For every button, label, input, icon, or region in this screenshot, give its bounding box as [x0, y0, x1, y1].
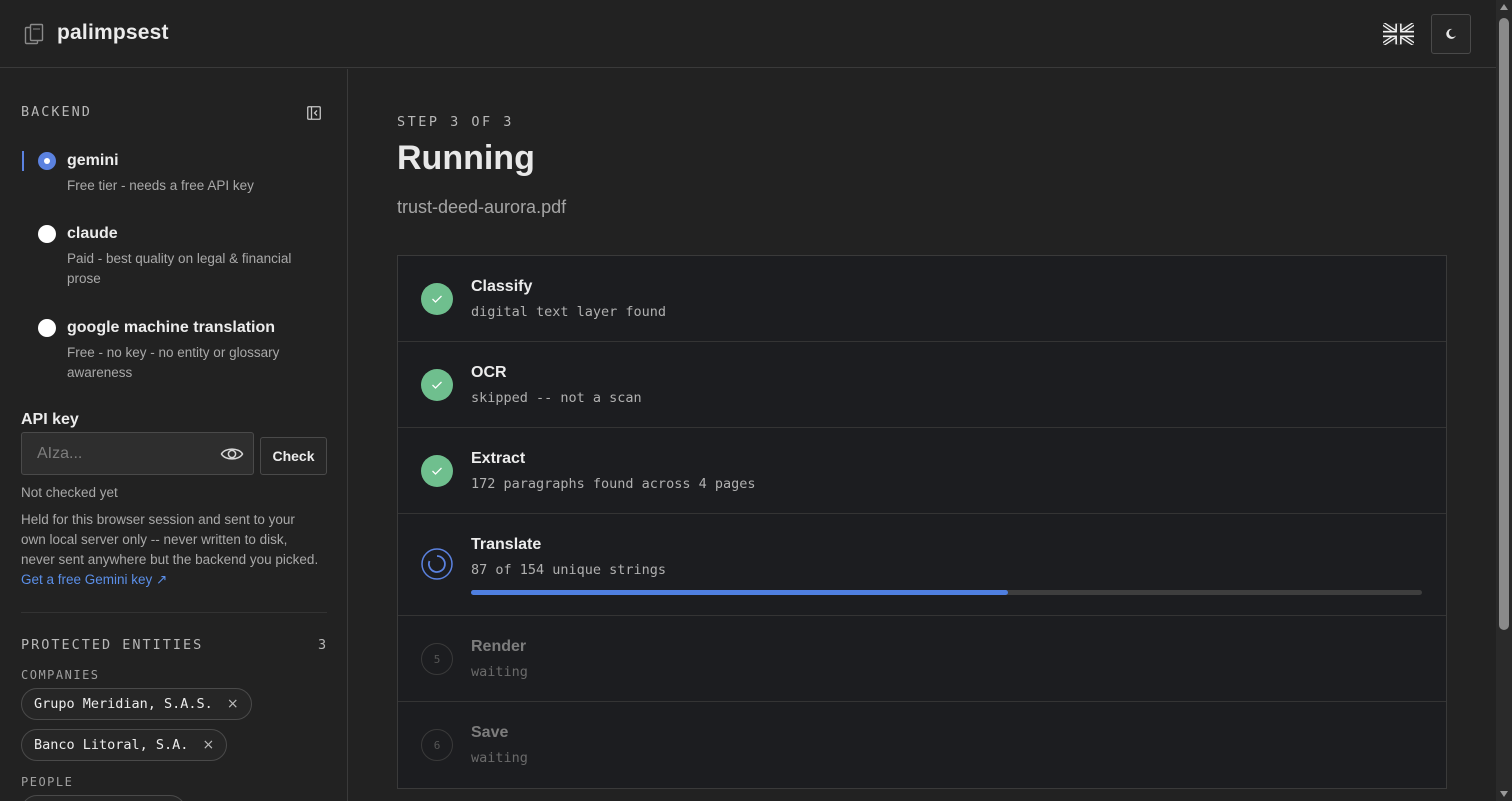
page-title: Running	[397, 139, 535, 177]
step-detail: waiting	[471, 664, 528, 680]
step-classify: Classify digital text layer found	[398, 256, 1446, 342]
gemini-key-link[interactable]: Get a free Gemini key ↗	[21, 572, 167, 587]
uk-flag-icon	[1381, 21, 1416, 47]
pipeline-steps: Classify digital text layer found OCR sk…	[397, 255, 1447, 789]
people-label: PEOPLE	[21, 775, 74, 789]
entities-count: 3	[318, 637, 327, 653]
translate-progress-bar	[471, 590, 1422, 595]
step-detail: 172 paragraphs found across 4 pages	[471, 476, 756, 492]
key-help-body: Held for this browser session and sent t…	[21, 512, 319, 567]
translate-progress-fill	[471, 590, 1009, 595]
api-key-input[interactable]	[22, 433, 212, 474]
step-detail: skipped -- not a scan	[471, 390, 642, 406]
sidebar: BACKEND gemini Free tier - needs a free …	[0, 69, 348, 801]
step-detail: digital text layer found	[471, 304, 667, 320]
entity-chip-partial[interactable]	[21, 795, 186, 801]
language-button[interactable]	[1381, 21, 1416, 47]
app-header: palimpsest	[0, 0, 1496, 68]
file-name: trust-deed-aurora.pdf	[397, 197, 567, 217]
step-number-badge: 6	[421, 729, 453, 761]
backend-name: google machine translation	[67, 319, 276, 336]
theme-toggle-button[interactable]	[1431, 14, 1471, 54]
entity-chip-label: Banco Litoral, S.A.	[34, 737, 189, 753]
api-key-label: API key	[21, 411, 79, 428]
scroll-thumb[interactable]	[1499, 18, 1509, 630]
backend-option-gemini[interactable]: gemini Free tier - needs a free API key	[22, 138, 332, 198]
backend-section-label: BACKEND	[21, 104, 92, 120]
step-name: Render	[471, 638, 527, 655]
check-icon	[421, 455, 453, 487]
backend-description: Free - no key - no entity or glossary aw…	[67, 345, 280, 380]
scroll-up-icon[interactable]	[1500, 4, 1508, 10]
step-name: Extract	[471, 450, 526, 467]
backend-description: Paid - best quality on legal & financial…	[67, 251, 292, 286]
step-number-badge: 5	[421, 643, 453, 675]
remove-icon[interactable]: ×	[202, 737, 214, 753]
check-icon	[421, 369, 453, 401]
main-content: STEP 3 OF 3 Running trust-deed-aurora.pd…	[349, 69, 1496, 801]
step-indicator: STEP 3 OF 3	[397, 114, 514, 130]
key-status-text: Not checked yet	[21, 485, 118, 500]
entities-section-label: PROTECTED ENTITIES	[21, 637, 204, 653]
check-key-button[interactable]: Check	[260, 437, 327, 475]
entity-chip[interactable]: Banco Litoral, S.A. ×	[21, 729, 228, 761]
step-extract: Extract 172 paragraphs found across 4 pa…	[398, 428, 1446, 514]
remove-icon[interactable]: ×	[227, 696, 239, 712]
step-name: Classify	[471, 278, 533, 295]
step-detail: waiting	[471, 750, 528, 766]
scroll-down-icon[interactable]	[1500, 791, 1508, 797]
backend-option-google-mt[interactable]: google machine translation Free - no key…	[22, 305, 332, 387]
eye-icon[interactable]	[220, 444, 244, 464]
moon-icon	[1446, 28, 1456, 39]
step-name: OCR	[471, 364, 507, 381]
step-translate: Translate 87 of 154 unique strings	[398, 514, 1446, 616]
check-icon	[421, 283, 453, 315]
backend-name: gemini	[67, 152, 119, 169]
backend-description: Free tier - needs a free API key	[67, 178, 254, 193]
collapse-sidebar-icon[interactable]	[307, 106, 321, 120]
entity-chip[interactable]: Grupo Meridian, S.A.S. ×	[21, 688, 252, 720]
sidebar-divider	[21, 612, 327, 613]
page-scrollbar[interactable]	[1496, 0, 1512, 801]
step-ocr: OCR skipped -- not a scan	[398, 342, 1446, 428]
selected-indicator	[22, 151, 24, 171]
companies-label: COMPANIES	[21, 668, 100, 682]
backend-name: claude	[67, 225, 118, 242]
step-name: Translate	[471, 536, 542, 553]
step-name: Save	[471, 724, 509, 741]
step-save: 6 Save waiting	[398, 702, 1446, 788]
radio-google-mt[interactable]	[38, 319, 56, 337]
app-title: palimpsest	[57, 21, 169, 44]
radio-claude[interactable]	[38, 225, 56, 243]
entity-chip-label: Grupo Meridian, S.A.S.	[34, 696, 213, 712]
key-help-text: Held for this browser session and sent t…	[21, 510, 321, 590]
api-key-field	[21, 432, 254, 475]
stacked-pages-icon	[24, 23, 44, 45]
spinner-icon	[421, 548, 453, 580]
radio-gemini[interactable]	[38, 152, 56, 170]
step-render: 5 Render waiting	[398, 616, 1446, 702]
backend-option-claude[interactable]: claude Paid - best quality on legal & fi…	[22, 211, 332, 293]
step-detail: 87 of 154 unique strings	[471, 562, 667, 578]
